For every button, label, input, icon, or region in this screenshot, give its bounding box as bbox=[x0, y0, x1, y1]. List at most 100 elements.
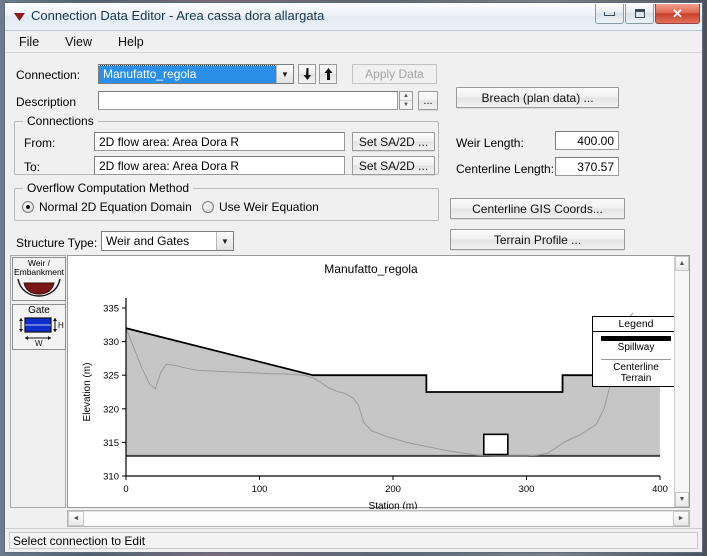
tool-weir-label-line2: Embankment bbox=[13, 267, 65, 277]
arrow-down-icon bbox=[303, 68, 311, 80]
radio-dot-icon bbox=[202, 201, 214, 213]
x-tick-label: 0 bbox=[123, 484, 128, 495]
y-tick-label: 310 bbox=[103, 472, 119, 483]
description-label: Description bbox=[16, 95, 77, 109]
connection-selected-value: Manufatto_regola bbox=[99, 65, 277, 83]
legend-title: Legend bbox=[593, 317, 679, 332]
menu-help[interactable]: Help bbox=[114, 33, 148, 51]
overflow-group-title: Overflow Computation Method bbox=[23, 181, 194, 195]
scroll-right-icon[interactable]: ► bbox=[673, 511, 689, 526]
menu-bar: File View Help bbox=[5, 31, 702, 53]
radio-normal-2d-equation-domain[interactable]: Normal 2D Equation Domain bbox=[22, 200, 192, 214]
structure-type-value: Weir and Gates bbox=[106, 233, 190, 248]
close-button[interactable]: ✕ bbox=[655, 4, 700, 24]
legend-label-spillway: Spillway bbox=[617, 342, 655, 353]
y-tick-label: 315 bbox=[103, 438, 119, 449]
from-input[interactable]: 2D flow area: Area Dora R bbox=[94, 132, 345, 151]
spinner-up-icon[interactable]: ▲ bbox=[400, 92, 412, 101]
breach-plan-data-button[interactable]: Breach (plan data) ... bbox=[456, 87, 619, 108]
to-set-sa2d-button[interactable]: Set SA/2D ... bbox=[352, 156, 435, 175]
y-tick-label: 330 bbox=[103, 337, 119, 348]
to-label: To: bbox=[24, 160, 41, 174]
x-axis-label: Station (m) bbox=[369, 501, 418, 509]
scroll-down-icon[interactable]: ▼ bbox=[675, 492, 689, 507]
chevron-down-icon[interactable]: ▼ bbox=[276, 65, 293, 83]
client-area: Connection: Manufatto_regola ▼ Apply Dat… bbox=[5, 54, 702, 528]
y-tick-label: 325 bbox=[103, 371, 119, 382]
window-title: Connection Data Editor - Area cassa dora… bbox=[31, 8, 325, 23]
terrain-profile-button[interactable]: Terrain Profile ... bbox=[450, 229, 625, 250]
gate-w-label: W bbox=[35, 339, 43, 347]
gate-opening bbox=[482, 433, 509, 456]
minimize-icon bbox=[604, 11, 615, 16]
scroll-track-horizontal[interactable] bbox=[84, 511, 673, 526]
gate-h-label: H bbox=[58, 321, 64, 330]
radio-label-use-weir: Use Weir Equation bbox=[219, 200, 319, 214]
from-label: From: bbox=[24, 136, 56, 150]
radio-use-weir-equation[interactable]: Use Weir Equation bbox=[202, 200, 319, 214]
chart-vertical-scrollbar[interactable]: ▲ ▼ bbox=[674, 256, 689, 507]
spillway-fill bbox=[126, 328, 660, 456]
tool-gate-label: Gate bbox=[28, 305, 50, 316]
y-tick-label: 320 bbox=[103, 404, 119, 415]
weir-length-label: Weir Length: bbox=[456, 136, 524, 150]
y-axis-label: Elevation (m) bbox=[82, 363, 93, 422]
weir-embankment-icon bbox=[17, 278, 61, 297]
tool-gate[interactable]: Gate H W bbox=[12, 304, 66, 350]
maximize-icon bbox=[634, 9, 645, 18]
app-icon bbox=[13, 11, 26, 23]
scroll-left-icon[interactable]: ◄ bbox=[68, 511, 84, 526]
status-bar: Select connection to Edit bbox=[5, 528, 702, 552]
scroll-track-vertical[interactable] bbox=[675, 271, 689, 492]
structure-type-label: Structure Type: bbox=[16, 236, 98, 250]
legend-swatch-centerline-terrain bbox=[601, 359, 671, 360]
x-tick-label: 100 bbox=[252, 484, 268, 495]
connections-group-title: Connections bbox=[23, 114, 98, 128]
description-browse-button[interactable]: ... bbox=[418, 91, 438, 110]
arrow-up-icon bbox=[324, 68, 332, 80]
connection-combobox[interactable]: Manufatto_regola ▼ bbox=[98, 64, 294, 84]
x-tick-label: 400 bbox=[652, 484, 668, 495]
to-input[interactable]: 2D flow area: Area Dora R bbox=[94, 156, 345, 175]
from-set-sa2d-button[interactable]: Set SA/2D ... bbox=[352, 132, 435, 151]
chart-plot[interactable]: 310 315 320 325 330 335 0 100 200 300 400 Station (… bbox=[68, 256, 676, 509]
chevron-down-icon[interactable]: ▼ bbox=[216, 232, 233, 250]
tool-weir-embankment[interactable]: Weir / Embankment bbox=[12, 257, 66, 301]
status-text: Select connection to Edit bbox=[9, 532, 698, 549]
chart-horizontal-scrollbar[interactable]: ◄ ► bbox=[67, 510, 690, 527]
spinner-down-icon[interactable]: ▼ bbox=[400, 101, 412, 109]
description-input[interactable] bbox=[98, 91, 398, 110]
connection-prev-button[interactable] bbox=[298, 64, 316, 84]
legend-label-centerline-terrain: Centerline Terrain bbox=[613, 362, 659, 384]
chart-legend: Legend Spillway Centerline Terrain bbox=[592, 316, 680, 387]
minimize-button[interactable] bbox=[595, 4, 624, 24]
connection-data-editor-window: Connection Data Editor - Area cassa dora… bbox=[4, 2, 703, 553]
legend-entry-spillway: Spillway bbox=[593, 332, 679, 355]
gate-icon: H W bbox=[19, 317, 64, 347]
description-spinner[interactable]: ▲ ▼ bbox=[399, 91, 413, 110]
screen: Connection Data Editor - Area cassa dora… bbox=[0, 0, 707, 556]
menu-file[interactable]: File bbox=[15, 33, 43, 51]
radio-label-normal-2d: Normal 2D Equation Domain bbox=[39, 200, 192, 214]
title-bar: Connection Data Editor - Area cassa dora… bbox=[5, 3, 702, 31]
apply-data-button[interactable]: Apply Data bbox=[352, 64, 437, 84]
structure-type-combobox[interactable]: Weir and Gates ▼ bbox=[101, 231, 234, 251]
scroll-up-icon[interactable]: ▲ bbox=[675, 256, 689, 271]
y-tick-label: 335 bbox=[103, 304, 119, 315]
connection-next-button[interactable] bbox=[319, 64, 337, 84]
x-tick-label: 300 bbox=[519, 484, 535, 495]
centerline-length-value[interactable]: 370.57 bbox=[555, 157, 619, 176]
cross-section-chart-panel: Manufatto_regola 310 315 320 325 330 335 0 100 2… bbox=[67, 255, 690, 509]
menu-view[interactable]: View bbox=[61, 33, 96, 51]
tool-palette: Weir / Embankment Gate H W bbox=[10, 255, 66, 508]
centerline-gis-coords-button[interactable]: Centerline GIS Coords... bbox=[450, 198, 625, 219]
legend-swatch-spillway bbox=[601, 336, 671, 341]
radio-dot-icon bbox=[22, 201, 34, 213]
weir-length-value[interactable]: 400.00 bbox=[555, 131, 619, 150]
x-tick-label: 200 bbox=[385, 484, 401, 495]
legend-entry-centerline-terrain: Centerline Terrain bbox=[593, 355, 679, 386]
window-controls: ✕ bbox=[594, 4, 700, 24]
maximize-button[interactable] bbox=[625, 4, 654, 24]
centerline-length-label: Centerline Length: bbox=[456, 162, 555, 176]
connection-label: Connection: bbox=[16, 68, 81, 82]
